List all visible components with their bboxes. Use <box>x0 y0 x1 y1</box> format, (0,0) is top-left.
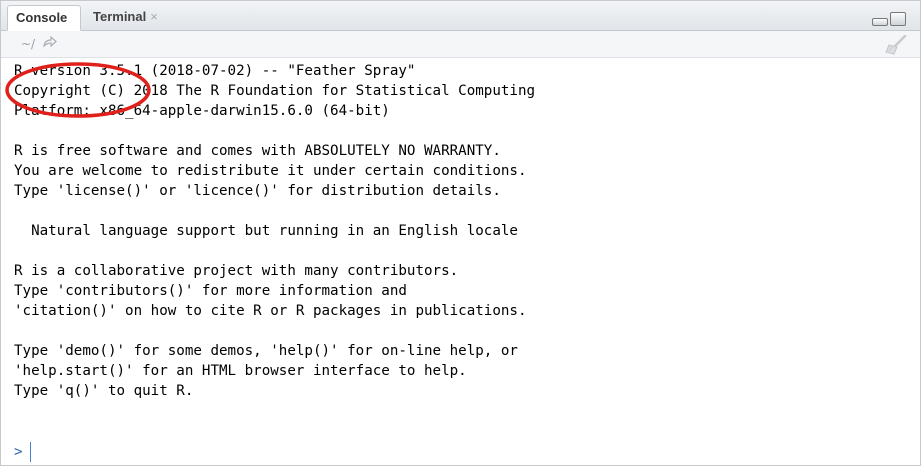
red-circle-annotation <box>5 62 151 118</box>
window-controls <box>872 12 912 26</box>
maximize-pane-button[interactable] <box>890 12 906 26</box>
minimize-pane-button[interactable] <box>872 18 888 26</box>
console-line: Type 'demo()' for some demos, 'help()' f… <box>14 343 518 359</box>
console-line: Type 'q()' to quit R. <box>14 383 194 399</box>
broom-icon[interactable] <box>884 34 908 55</box>
console-prompt: > <box>14 444 23 460</box>
console-line: 'help.start()' for an HTML browser inter… <box>14 363 467 379</box>
tab-terminal-label: Terminal <box>93 9 147 24</box>
console-line: Type 'contributors()' for more informati… <box>14 283 407 299</box>
console-line: You are welcome to redistribute it under… <box>14 163 527 179</box>
working-directory: ~/ <box>21 37 36 51</box>
console-line: 'citation()' on how to cite R or R packa… <box>14 303 527 319</box>
tab-bar: Console Terminal × <box>1 1 920 31</box>
tab-terminal[interactable]: Terminal × <box>85 5 177 30</box>
console-toolbar: ~/ <box>1 31 920 58</box>
tab-console-label: Console <box>16 10 68 25</box>
forward-arrow-icon[interactable] <box>43 35 57 51</box>
text-cursor <box>30 442 31 462</box>
console-pane: Console Terminal × ~/ R version 3.5.1 (20… <box>0 0 921 466</box>
console-line: Natural language support but running in … <box>14 223 518 239</box>
close-icon[interactable]: × <box>150 9 158 24</box>
console-input[interactable]: > <box>14 442 31 462</box>
tab-console[interactable]: Console <box>7 5 81 31</box>
console-line: R is free software and comes with ABSOLU… <box>14 143 501 159</box>
console-line: Type 'license()' or 'licence()' for dist… <box>14 183 501 199</box>
console-line: R is a collaborative project with many c… <box>14 263 459 279</box>
